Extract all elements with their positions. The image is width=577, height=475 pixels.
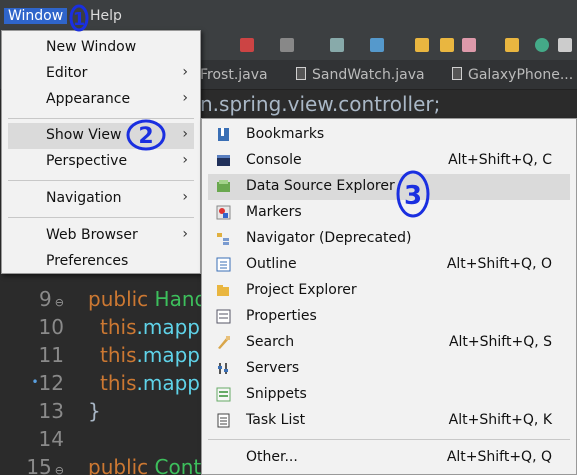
package-line: n.spring.view.controller;	[200, 92, 441, 116]
annotation-step-2-label: 2	[138, 124, 153, 149]
menu-item-data-source-explorer[interactable]: Data Source Explorer	[208, 174, 570, 200]
tab-sandwatch[interactable]: SandWatch.java	[296, 67, 425, 83]
chevron-right-icon: ›	[182, 189, 188, 205]
change-marker-icon: •	[31, 375, 39, 389]
menu-item-markers[interactable]: Markers	[202, 200, 576, 226]
properties-icon	[216, 309, 231, 324]
line-number: 14	[38, 427, 64, 451]
shortcut-label: Alt+Shift+Q, S	[448, 334, 552, 350]
menu-item-web-browser[interactable]: Web Browser ›	[2, 223, 200, 249]
debug-icon[interactable]	[280, 38, 294, 52]
annotation-step-3: 3	[396, 170, 430, 218]
fold-icon[interactable]: ⊖	[55, 296, 64, 309]
code-line: this.mappi	[100, 371, 206, 395]
shortcut-label: Alt+Shift+Q, Q	[446, 449, 552, 465]
code-line: public Hand	[88, 287, 208, 311]
folder-icon[interactable]	[505, 38, 519, 52]
chevron-right-icon: ›	[182, 64, 188, 80]
outline-icon	[216, 257, 231, 272]
chevron-right-icon: ›	[182, 126, 188, 142]
markers-icon	[216, 205, 231, 220]
project-explorer-icon	[217, 285, 229, 296]
menu-item-servers[interactable]: Servers	[202, 356, 576, 382]
snippets-icon	[216, 387, 231, 402]
new-icon[interactable]	[330, 38, 344, 52]
tab-frost[interactable]: Frost.java	[200, 67, 268, 83]
data-source-icon	[217, 180, 230, 192]
menu-item-new-window[interactable]: New Window	[2, 35, 200, 61]
menu-item-other[interactable]: Other... Alt+Shift+Q, Q	[202, 445, 576, 471]
servers-icon	[218, 363, 228, 374]
menu-item-search[interactable]: Search Alt+Shift+Q, S	[202, 330, 576, 356]
tab-label: GalaxyPhone...	[468, 67, 574, 83]
navigator-icon	[217, 233, 229, 245]
line-number: 9 ⊖	[39, 287, 64, 311]
chevron-right-icon: ›	[182, 226, 188, 242]
menu-separator	[8, 180, 194, 181]
shortcut-label: Alt+Shift+Q, O	[446, 256, 552, 272]
open-folder-icon[interactable]	[415, 38, 429, 52]
menu-item-perspective[interactable]: Perspective ›	[2, 149, 200, 175]
show-view-submenu: Bookmarks Console Alt+Shift+Q, C Data So…	[201, 118, 577, 475]
line-number: 15 ⊖	[26, 455, 64, 475]
code-line: this.mappi	[100, 343, 206, 367]
menu-item-navigation[interactable]: Navigation ›	[2, 186, 200, 212]
server-icon[interactable]	[370, 38, 384, 52]
annotation-step-1: 1	[69, 4, 89, 32]
window-menu: New Window Editor › Appearance › Show View…	[1, 30, 201, 274]
line-number: 13	[38, 399, 64, 423]
menu-item-bookmarks[interactable]: Bookmarks	[202, 122, 576, 148]
menu-item-preferences[interactable]: Preferences	[2, 249, 200, 275]
menu-item-editor[interactable]: Editor ›	[2, 61, 200, 87]
menu-separator	[8, 217, 194, 218]
menu-item-project-explorer[interactable]: Project Explorer	[202, 278, 576, 304]
code-line: this.mappi	[100, 315, 206, 339]
tab-galaxyphone[interactable]: GalaxyPhone...	[452, 67, 573, 83]
java-file-icon	[296, 67, 306, 80]
menu-item-task-list[interactable]: Task List Alt+Shift+Q, K	[202, 408, 576, 434]
java-file-icon	[452, 67, 462, 80]
perspective-icon[interactable]	[558, 38, 572, 52]
console-icon	[217, 155, 230, 166]
globe-icon[interactable]	[535, 38, 549, 52]
menu-window[interactable]: Window	[4, 8, 68, 24]
search-icon	[218, 336, 230, 349]
code-line: }	[88, 399, 101, 423]
annotation-step-3-label: 3	[404, 181, 422, 211]
menu-separator	[208, 439, 570, 440]
shortcut-label: Alt+Shift+Q, K	[448, 412, 552, 428]
fold-icon[interactable]: ⊖	[55, 464, 64, 475]
menu-item-outline[interactable]: Outline Alt+Shift+Q, O	[202, 252, 576, 278]
open-type-icon[interactable]	[440, 38, 454, 52]
line-number: 11	[38, 343, 64, 367]
annotation-step-1-label: 1	[73, 9, 86, 30]
tab-label: SandWatch.java	[312, 67, 425, 83]
chevron-right-icon: ›	[182, 90, 188, 106]
task-list-icon	[217, 413, 230, 428]
menu-item-snippets[interactable]: Snippets	[202, 382, 576, 408]
chevron-right-icon: ›	[182, 152, 188, 168]
menu-item-navigator[interactable]: Navigator (Deprecated)	[202, 226, 576, 252]
menu-item-properties[interactable]: Properties	[202, 304, 576, 330]
annotation-step-2: 2	[126, 119, 166, 151]
line-number: 10	[38, 315, 64, 339]
stop-icon[interactable]	[240, 38, 254, 52]
line-number: •12	[31, 371, 64, 395]
shortcut-label: Alt+Shift+Q, C	[448, 152, 552, 168]
tab-label: Frost.java	[200, 67, 268, 83]
menu-item-appearance[interactable]: Appearance ›	[2, 87, 200, 113]
menu-item-console[interactable]: Console Alt+Shift+Q, C	[202, 148, 576, 174]
bookmarks-icon	[218, 128, 229, 141]
brush-icon[interactable]	[462, 38, 476, 52]
